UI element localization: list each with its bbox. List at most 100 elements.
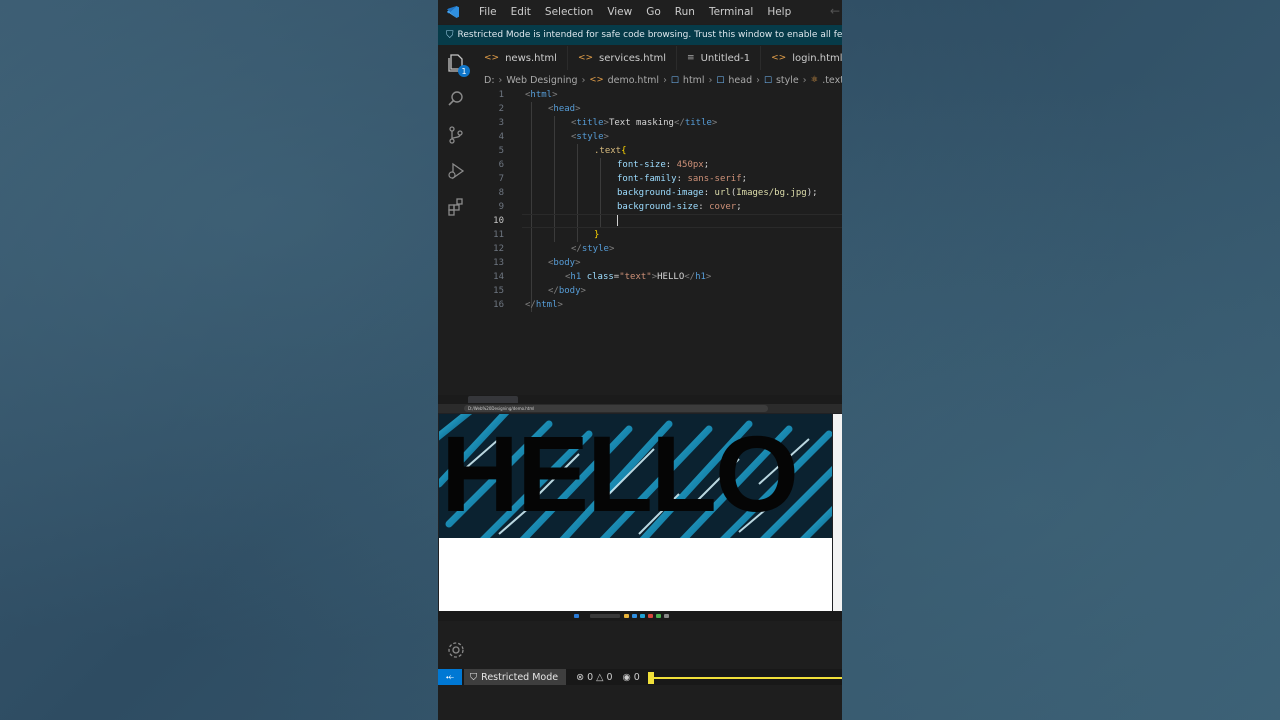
line-content: background-image: url(Images/bg.jpg);	[617, 188, 818, 198]
chevron-right-icon: ›	[802, 74, 807, 86]
line-content: <html>	[525, 90, 558, 100]
run-debug-icon[interactable]	[445, 160, 467, 182]
app-icon[interactable]	[648, 614, 653, 618]
code-line: 8 background-image: url(Images/bg.jpg);	[474, 186, 842, 200]
browser-tab[interactable]	[468, 396, 518, 403]
back-arrow-icon[interactable]: ←	[830, 4, 840, 18]
restricted-mode-status[interactable]: ⛉ Restricted Mode	[464, 669, 567, 685]
line-number: 1	[498, 90, 504, 100]
search-icon[interactable]	[445, 88, 467, 110]
code-line-active: 10	[474, 214, 842, 228]
element-icon: □	[670, 75, 679, 85]
restricted-mode-label: Restricted Mode	[481, 671, 559, 683]
taskbar-search[interactable]	[590, 614, 620, 618]
tab-news-html[interactable]: <> news.html	[474, 46, 568, 70]
menu-selection[interactable]: Selection	[538, 0, 600, 24]
tab-services-html[interactable]: <> services.html	[568, 46, 678, 70]
code-line: 7 font-family: sans-serif;	[474, 172, 842, 186]
menu-run[interactable]: Run	[668, 0, 702, 24]
line-number: 4	[498, 132, 504, 142]
extensions-icon[interactable]	[445, 196, 467, 218]
breadcrumb-head[interactable]: head	[728, 75, 752, 86]
code-line: 12 </style>	[474, 242, 842, 256]
restricted-mode-banner: ⛉ Restricted Mode is intended for safe c…	[438, 25, 842, 45]
problems-status[interactable]: ⊗ 0 △ 0	[576, 672, 612, 683]
tab-label: login.html	[792, 52, 842, 64]
breadcrumb-drive[interactable]: D:	[484, 75, 495, 86]
ports-count: 0	[633, 671, 640, 683]
line-number: 8	[498, 188, 504, 198]
code-line: 14 <h1 class="text">HELLO</h1>	[474, 270, 842, 284]
app-icon[interactable]	[656, 614, 661, 618]
line-number: 3	[498, 118, 504, 128]
code-editor[interactable]: 1 <html> 2 <head> 3 <title>Text masking</ti…	[474, 88, 842, 388]
explorer-badge: 1	[458, 65, 470, 77]
code-line: 6 font-size: 450px;	[474, 158, 842, 172]
tab-untitled-1[interactable]: ≡ Untitled-1	[677, 46, 762, 70]
current-line-highlight	[522, 214, 842, 228]
code-line: 15 </body>	[474, 284, 842, 298]
line-number: 7	[498, 174, 504, 184]
line-content: }	[594, 230, 600, 240]
browser-side-toolbar	[833, 414, 842, 611]
vscode-icon[interactable]	[632, 614, 637, 618]
line-number: 2	[498, 104, 504, 114]
masked-background-image: HELLO	[439, 414, 832, 538]
breadcrumb: D: › Web Designing › <> demo.html › □ ht…	[484, 72, 842, 88]
chevron-right-icon: ›	[663, 74, 667, 86]
menu-view[interactable]: View	[600, 0, 639, 24]
warning-icon: △	[596, 671, 604, 683]
code-line: 16 </html>	[474, 298, 842, 312]
video-progress-bar[interactable]	[653, 677, 842, 679]
status-bar: ⤝ ⛉ Restricted Mode ⊗ 0 △ 0 ◉ 0	[438, 669, 842, 685]
breadcrumb-html[interactable]: html	[683, 75, 705, 86]
menu-file[interactable]: File	[472, 0, 504, 24]
line-content: </style>	[571, 244, 615, 254]
menu-terminal[interactable]: Terminal	[702, 0, 760, 24]
text-cursor	[617, 215, 618, 226]
code-line: 11}	[474, 228, 842, 242]
bottom-area	[438, 685, 842, 720]
html-file-icon: <>	[577, 53, 594, 63]
errors-count: 0	[587, 671, 594, 683]
broadcast-icon: ◉	[622, 671, 631, 683]
chevron-right-icon: ›	[708, 74, 713, 86]
breadcrumb-style[interactable]: style	[776, 75, 799, 86]
app-icon[interactable]	[664, 614, 669, 618]
tab-label: services.html	[599, 52, 667, 64]
code-line: 13 <body>	[474, 256, 842, 270]
breadcrumb-file[interactable]: demo.html	[608, 75, 659, 86]
source-control-icon[interactable]	[445, 124, 467, 146]
line-number: 12	[493, 244, 504, 254]
line-content: font-size: 450px;	[617, 160, 710, 170]
line-number: 14	[493, 272, 504, 282]
start-icon[interactable]	[574, 614, 579, 618]
error-icon: ⊗	[576, 671, 585, 683]
line-number: 11	[493, 230, 504, 240]
breadcrumb-folder[interactable]: Web Designing	[506, 75, 577, 86]
settings-gear-icon[interactable]	[445, 639, 467, 661]
warnings-count: 0	[606, 671, 613, 683]
menu-go[interactable]: Go	[639, 0, 668, 24]
line-content: <title>Text masking</title>	[571, 118, 718, 128]
browser-address-bar: D:/Web%20Designing/demo.html	[438, 404, 842, 413]
menu-edit[interactable]: Edit	[504, 0, 538, 24]
line-content: font-family: sans-serif;	[617, 174, 748, 184]
shield-icon: ⛉	[446, 29, 454, 41]
code-line: 2 <head>	[474, 102, 842, 116]
html-file-icon: <>	[589, 75, 604, 85]
edge-icon[interactable]	[640, 614, 645, 618]
masked-heading: HELLO	[441, 414, 799, 534]
address-url[interactable]: D:/Web%20Designing/demo.html	[464, 405, 768, 412]
remote-indicator-icon[interactable]: ⤝	[438, 669, 462, 685]
line-content	[617, 214, 618, 228]
folder-icon[interactable]	[624, 614, 629, 618]
line-content: <body>	[548, 258, 581, 268]
menu-help[interactable]: Help	[760, 0, 798, 24]
line-number: 5	[498, 146, 504, 156]
tab-login-html[interactable]: <> login.html	[761, 46, 842, 70]
explorer-icon[interactable]: 1	[445, 52, 470, 77]
breadcrumb-selector[interactable]: .text	[822, 75, 842, 86]
ports-status[interactable]: ◉ 0	[622, 672, 639, 683]
tab-label: news.html	[505, 52, 557, 64]
